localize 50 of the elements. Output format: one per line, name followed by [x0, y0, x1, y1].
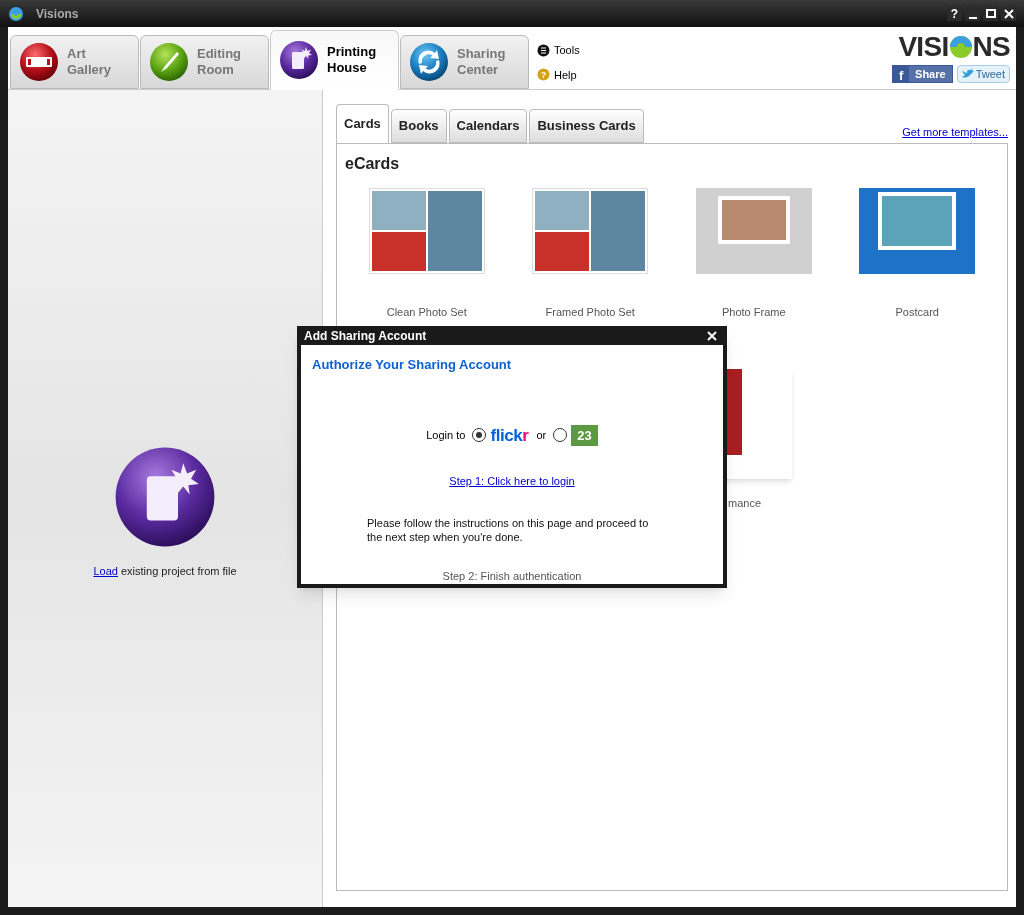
bird-icon	[961, 69, 974, 79]
menu-item[interactable]: ? Help	[537, 66, 580, 83]
load-link[interactable]: Load	[93, 565, 118, 577]
template-card[interactable]: mance	[672, 368, 836, 511]
step-2-text: Step 2: Finish authentication	[442, 568, 582, 584]
get-more-templates-link[interactable]: Get more templates...	[902, 123, 1008, 140]
flickr-logo: flickr	[490, 426, 529, 444]
category-tab[interactable]: Business Cards	[529, 109, 644, 143]
or-text: or	[536, 428, 547, 443]
maximize-icon	[985, 9, 996, 18]
category-tab[interactable]: Books	[390, 109, 447, 143]
login-label: Login to	[426, 428, 466, 443]
share-button[interactable]: f Share	[892, 65, 953, 83]
template-card[interactable]: Postcard	[835, 188, 999, 321]
main-tab[interactable]: Editing Room	[140, 35, 269, 89]
minimize-button[interactable]	[965, 6, 980, 21]
close-button[interactable]	[1001, 6, 1016, 21]
app-logo-icon	[8, 5, 24, 22]
list-icon	[537, 43, 550, 57]
close-icon	[1003, 8, 1014, 19]
visions-logo: VISI NS	[898, 33, 1010, 61]
window-title: Visions	[36, 5, 79, 23]
dialog-title: Add Sharing Account	[304, 327, 427, 345]
category-tab[interactable]: Calendars	[448, 109, 528, 143]
tweet-button[interactable]: Tweet	[956, 65, 1010, 83]
main-tab[interactable]: Art Gallery	[10, 35, 139, 89]
paintbrush-icon	[149, 42, 189, 82]
template-card[interactable]: Framed Photo Set	[508, 188, 672, 321]
film-strip-icon	[19, 42, 59, 82]
service-logo: 23	[571, 424, 598, 446]
dialog-heading: Authorize Your Sharing Account	[312, 356, 512, 374]
close-icon	[707, 330, 717, 341]
template-card[interactable]: Photo Frame	[672, 188, 836, 321]
main-tab[interactable]: Printing House	[270, 30, 399, 90]
section-title: eCards	[345, 154, 401, 174]
maximize-button[interactable]	[983, 6, 998, 21]
instructions-text: Please follow the instructions on this page and proceed to the next step when you're done.	[367, 515, 650, 544]
facebook-icon: f	[893, 66, 910, 82]
menu-item[interactable]: Tools	[537, 42, 580, 59]
help-icon: ?	[537, 68, 550, 82]
step-1-login-link[interactable]: Step 1: Click here to login	[449, 473, 575, 490]
load-project-text: Load existing project from file	[93, 564, 237, 579]
main-tab[interactable]: Sharing Center	[400, 35, 529, 89]
category-tab[interactable]: Cards	[336, 104, 389, 144]
radio-button[interactable]	[553, 428, 568, 443]
minimize-icon	[968, 17, 977, 19]
circular-arrows-icon	[409, 42, 449, 82]
help-button[interactable]: ?	[947, 6, 962, 21]
template-card[interactable]: Clean Photo Set	[345, 188, 509, 321]
radio-button[interactable]	[472, 428, 487, 443]
